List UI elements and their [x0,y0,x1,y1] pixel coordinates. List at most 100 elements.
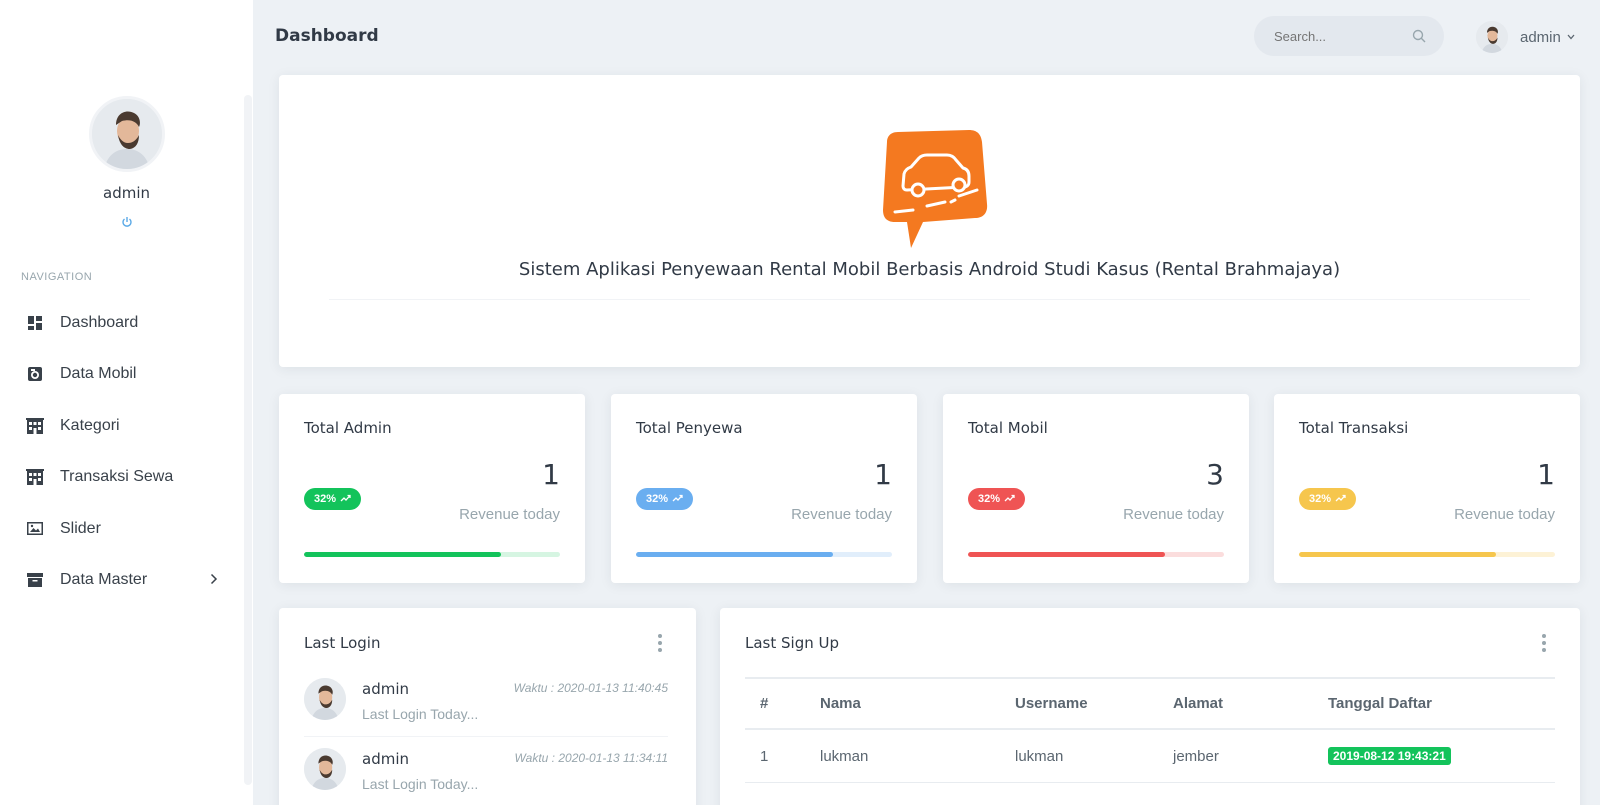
sidebar-item-transaksi-sewa[interactable]: Transaksi Sewa [0,452,244,504]
progress-bar [968,552,1224,557]
stat-title: Total Admin [304,419,392,437]
search-input[interactable] [1274,28,1412,44]
more-options-icon[interactable] [1538,632,1550,654]
stat-card-total-transaksi: Total Transaksi 32% 1 Revenue today [1274,394,1580,583]
sidebar-item-slider[interactable]: Slider [0,503,244,555]
sidebar-item-kategori[interactable]: Kategori [0,400,244,452]
status-badge: 32% [304,488,362,510]
sidebar-nav: Dashboard Data Mobil Kategori Transaksi … [0,297,244,606]
table-cell: jember [1173,747,1219,765]
status-badge: 32% [1299,488,1357,510]
avatar [1476,21,1508,53]
table-cell: lukman [820,747,869,765]
page-title: Dashboard [275,26,379,46]
date-badge: 2019-08-12 19:43:21 [1328,747,1451,765]
chevron-right-icon [210,572,218,588]
user-menu[interactable]: admin [1476,20,1575,54]
sidebar-item-label: Data Mobil [60,365,137,383]
status-badge: 32% [636,488,694,510]
user-name: admin [1520,28,1561,46]
section-title: Last Sign Up [745,634,839,652]
trending-up-icon [1335,493,1346,505]
badge-text: 32% [646,493,669,505]
sidebar-item-label: Data Master [60,571,148,589]
table-cell: 1 [760,747,769,765]
signup-table: # Nama Username Alamat Tanggal Daftar 1 … [745,677,1555,783]
chevron-down-icon [1567,32,1575,43]
search-icon[interactable] [1412,29,1426,43]
building-icon [26,468,44,486]
stat-card-total-mobil: Total Mobil 32% 3 Revenue today [943,394,1249,583]
sidebar-item-data-mobil[interactable]: Data Mobil [0,349,244,401]
search-box [1254,16,1444,56]
status-badge: 32% [968,488,1026,510]
sidebar-profile: admin [0,96,253,233]
stat-card-total-penyewa: Total Penyewa 32% 1 Revenue today [611,394,917,583]
login-subtitle: Last Login Today... [362,776,479,792]
login-subtitle: Last Login Today... [362,706,479,722]
column-header: Nama [820,695,861,712]
table-row[interactable]: 1 lukman lukman jember 2019-08-12 19:43:… [745,730,1555,783]
power-icon[interactable] [121,216,133,231]
table-header: # Nama Username Alamat Tanggal Daftar [745,677,1555,730]
section-title: Last Login [304,634,381,652]
divider [329,299,1530,300]
progress-fill [1299,552,1497,557]
sidebar-item-label: Transaksi Sewa [60,468,174,486]
column-header: # [760,695,769,712]
stat-title: Total Penyewa [636,419,743,437]
progress-fill [636,552,834,557]
progress-bar [304,552,560,557]
trending-up-icon [1004,493,1015,505]
table-cell: lukman [1015,747,1064,765]
login-user-name: admin [362,750,409,768]
sidebar: admin NAVIGATION Dashboard Data Mobil Ka… [0,0,253,805]
trending-up-icon [672,493,683,505]
login-user-name: admin [362,680,409,698]
sidebar-item-label: Dashboard [60,313,139,331]
stat-value: 1 [542,458,560,491]
badge-text: 32% [978,493,1001,505]
car-rental-logo [873,130,991,252]
car-icon [26,365,44,383]
stat-subtitle: Revenue today [459,506,560,523]
progress-fill [968,552,1166,557]
stat-subtitle: Revenue today [791,506,892,523]
stat-subtitle: Revenue today [1454,506,1555,523]
sidebar-item-dashboard[interactable]: Dashboard [0,297,244,349]
archive-icon [26,571,44,589]
stat-title: Total Mobil [968,419,1048,437]
nav-heading: NAVIGATION [21,271,93,283]
login-time: Waktu : 2020-01-13 11:34:11 [514,751,668,765]
stat-value: 1 [874,458,892,491]
trending-up-icon [340,493,351,505]
banner-card: Sistem Aplikasi Penyewaan Rental Mobil B… [279,75,1580,367]
last-signup-card: Last Sign Up # Nama Username Alamat Tang… [720,608,1580,805]
column-header: Username [1015,695,1088,712]
more-options-icon[interactable] [654,632,666,654]
stat-subtitle: Revenue today [1123,506,1224,523]
column-header: Alamat [1173,695,1224,712]
progress-bar [1299,552,1555,557]
progress-fill [304,552,502,557]
last-login-card: Last Login admin Last Login Today... Wak… [279,608,696,805]
badge-text: 32% [1309,493,1332,505]
stat-title: Total Transaksi [1299,419,1409,437]
banner-title: Sistem Aplikasi Penyewaan Rental Mobil B… [518,259,1341,280]
avatar [304,678,346,720]
avatar [304,748,346,790]
topbar: Dashboard admin [253,0,1600,72]
image-icon [26,520,44,538]
sidebar-item-data-master[interactable]: Data Master [0,555,244,607]
stat-card-total-admin: Total Admin 32% 1 Revenue today [279,394,585,583]
stat-value: 3 [1206,458,1224,491]
profile-name: admin [103,184,150,202]
list-item[interactable]: admin Last Login Today... Waktu : 2020-0… [304,738,668,805]
avatar[interactable] [88,96,165,172]
building-icon [26,417,44,435]
stat-value: 1 [1537,458,1555,491]
sidebar-item-label: Kategori [60,416,120,434]
list-item[interactable]: admin Last Login Today... Waktu : 2020-0… [304,668,668,737]
dashboard-icon [26,314,44,332]
progress-bar [636,552,892,557]
